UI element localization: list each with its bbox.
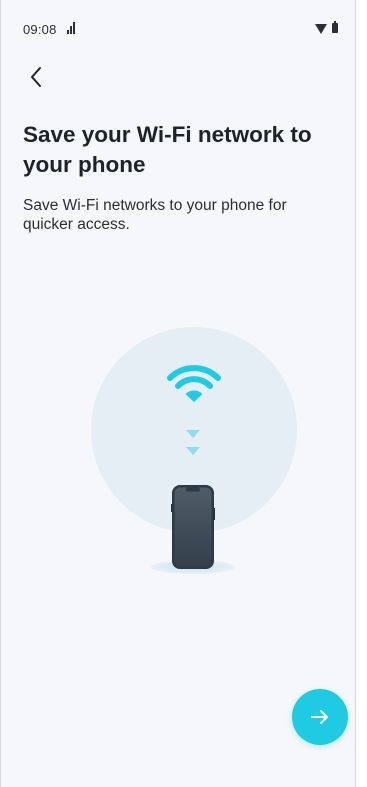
battery-icon <box>332 21 338 33</box>
signal-bars-icon <box>67 22 77 34</box>
wifi-status-icon <box>315 24 327 34</box>
wifi-save-screen: 09:08 Save your Wi-Fi network to your ph… <box>0 0 356 787</box>
status-time: 09:08 <box>23 22 57 37</box>
page-subtitle: Save Wi-Fi networks to your phone for qu… <box>23 197 287 233</box>
next-button[interactable] <box>292 689 348 745</box>
page-title: Save your Wi-Fi network to your phone <box>23 122 312 177</box>
wifi-icon <box>167 365 221 402</box>
chevron-left-icon <box>31 67 41 87</box>
arrow-right-icon <box>311 710 328 724</box>
down-arrow-icon <box>186 447 200 455</box>
back-button[interactable] <box>19 60 53 94</box>
status-icons <box>315 21 345 35</box>
phone-icon <box>171 485 215 569</box>
status-bar: 09:08 <box>1 0 355 52</box>
down-arrow-icon <box>186 430 200 438</box>
